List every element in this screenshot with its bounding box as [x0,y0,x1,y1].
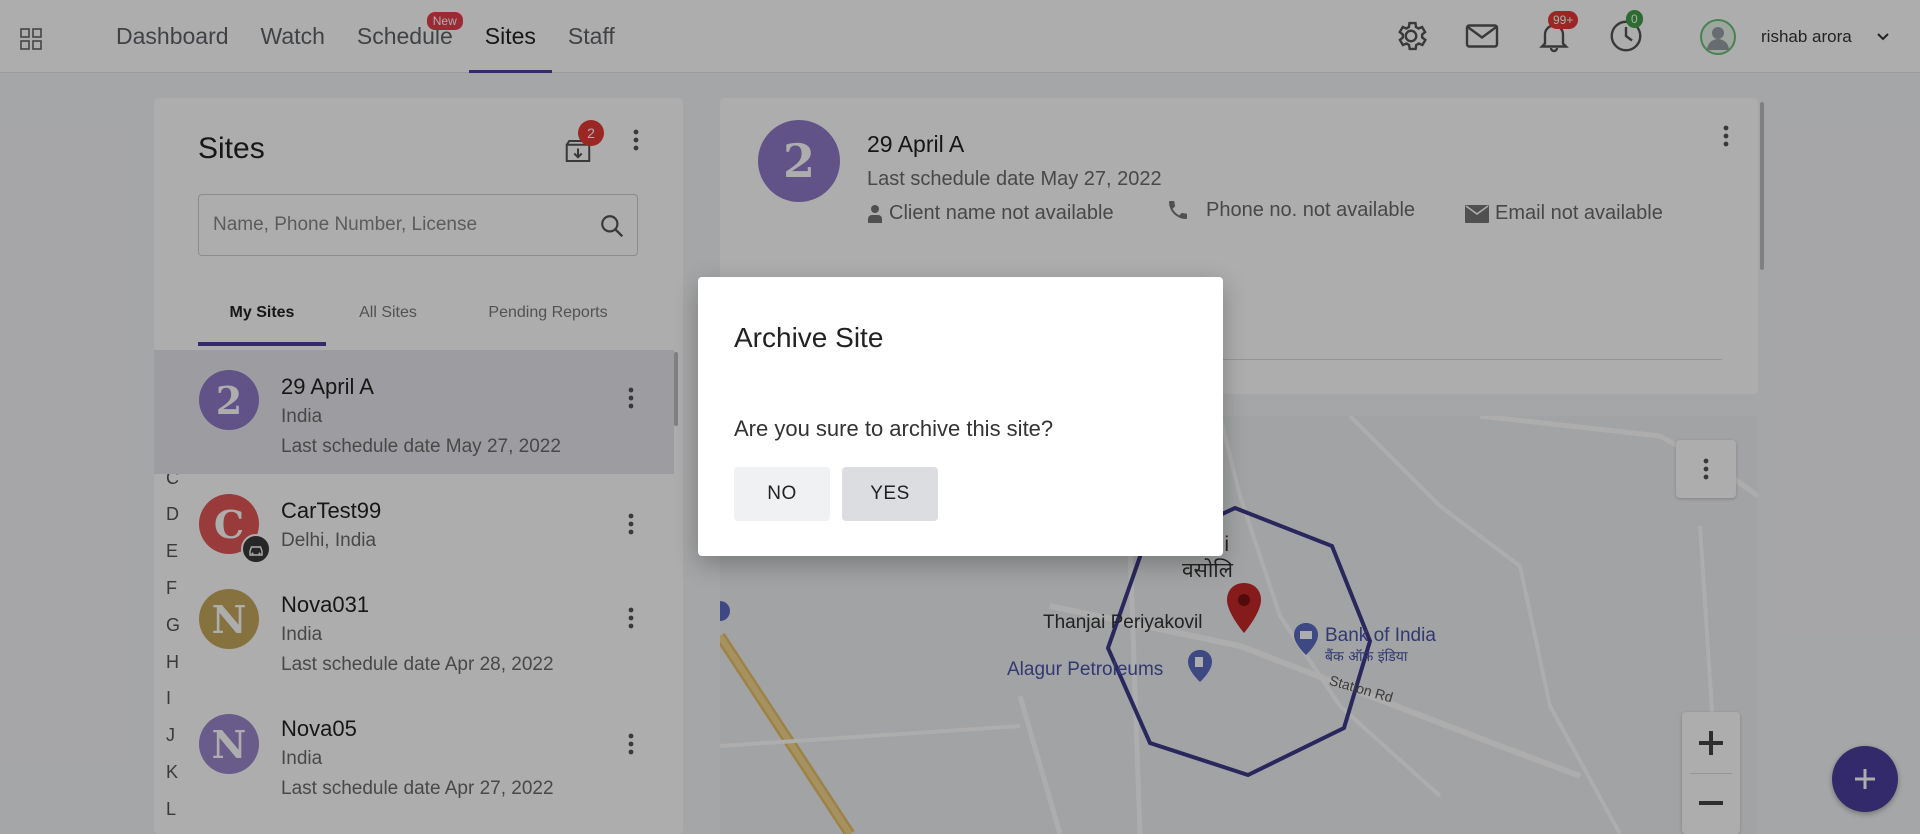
archive-site-dialog: Archive Site Are you sure to archive thi… [698,277,1223,556]
no-button[interactable]: NO [734,467,830,521]
yes-button[interactable]: YES [842,467,938,521]
dialog-message: Are you sure to archive this site? [734,416,1054,441]
dialog-title: Archive Site [734,322,884,353]
